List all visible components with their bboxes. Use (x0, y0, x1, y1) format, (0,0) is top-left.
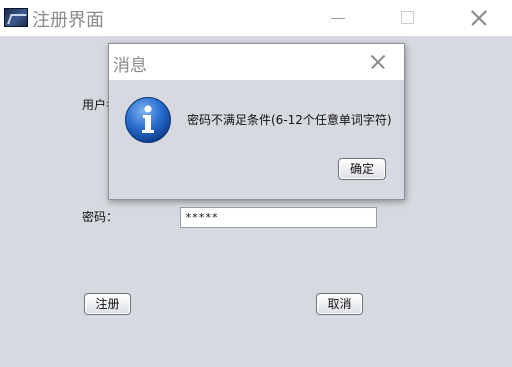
ok-button[interactable]: 确定 (338, 158, 386, 180)
window-titlebar: 注册界面 (0, 0, 512, 36)
register-button[interactable]: 注册 (84, 293, 131, 315)
app-icon (4, 8, 28, 27)
dialog-title: 消息 (113, 56, 147, 76)
close-button[interactable] (463, 6, 493, 30)
dialog-message: 密码不满足条件(6-12个任意单词字符) (187, 113, 392, 127)
cancel-button[interactable]: 取消 (316, 293, 363, 315)
dialog-titlebar: 消息 (109, 44, 404, 80)
maximize-button[interactable] (392, 6, 422, 30)
dialog-close-button[interactable] (366, 51, 390, 73)
username-label: 用户名： (82, 98, 108, 112)
info-icon (125, 97, 171, 143)
password-label: 密码： (82, 210, 119, 224)
window-title: 注册界面 (32, 10, 104, 31)
password-field[interactable]: ***** (180, 207, 377, 228)
message-dialog: 消息 密码不满足条件(6-12个任意单词字符) 确定 (108, 43, 405, 200)
minimize-button[interactable] (323, 6, 353, 30)
